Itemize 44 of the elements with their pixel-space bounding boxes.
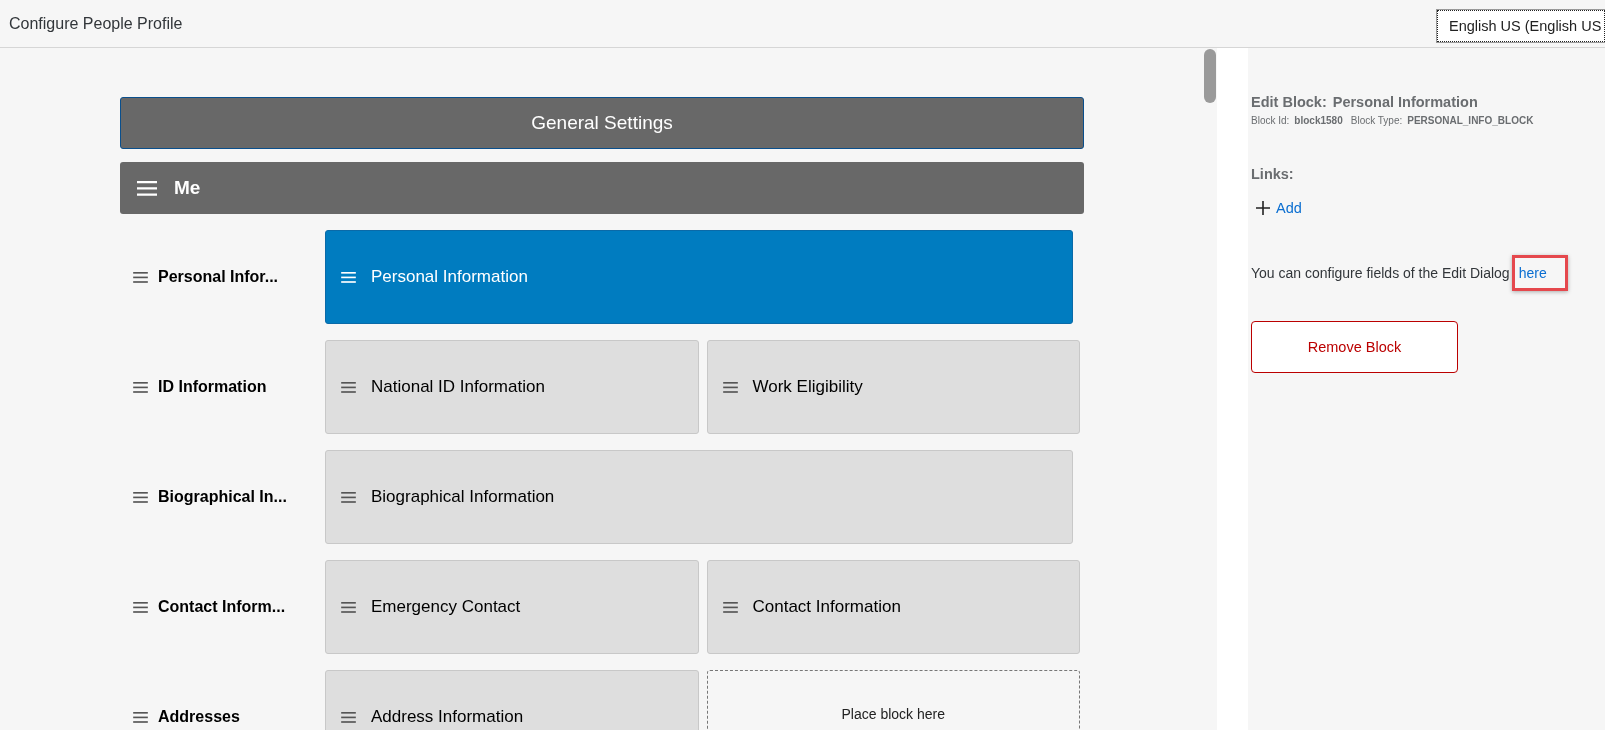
- row-label: Personal Infor...: [158, 268, 279, 286]
- block-tile[interactable]: Work Eligibility: [706, 340, 1080, 434]
- drag-handle-icon[interactable]: [341, 601, 356, 613]
- drag-handle-icon[interactable]: [722, 381, 738, 393]
- drag-handle-icon[interactable]: [133, 711, 148, 723]
- block-tile[interactable]: Address Information: [325, 670, 699, 730]
- drag-handle-icon[interactable]: [133, 271, 148, 283]
- instruction-text: You can configure fields of the Edit Dialog: [1251, 265, 1510, 281]
- drop-zone[interactable]: Place block here: [706, 670, 1080, 730]
- block-id-value: block1580: [1294, 115, 1343, 126]
- drag-handle-icon[interactable]: [722, 601, 738, 613]
- block-tile[interactable]: Personal Information: [325, 230, 1073, 324]
- here-link[interactable]: here: [1518, 265, 1547, 281]
- block-type-value: PERSONAL_INFO_BLOCK: [1407, 115, 1534, 126]
- row-label: Contact Inform...: [158, 598, 286, 616]
- remove-block-button[interactable]: Remove Block: [1251, 321, 1458, 373]
- language-dropdown[interactable]: English US (English US: [1437, 9, 1605, 42]
- block-type-label: Block Type:: [1350, 115, 1403, 126]
- block-tile[interactable]: Biographical Information: [325, 450, 1073, 544]
- block-tile[interactable]: Emergency Contact: [325, 560, 699, 654]
- general-settings-bar[interactable]: General Settings: [120, 97, 1084, 149]
- links-label: Links:: [1251, 166, 1295, 182]
- drag-handle-icon[interactable]: [137, 180, 157, 196]
- add-link-button[interactable]: Add: [1256, 200, 1302, 216]
- drag-handle-icon[interactable]: [133, 381, 148, 393]
- section-title: Me: [174, 177, 201, 199]
- page-title: Configure People Profile: [9, 14, 183, 33]
- panel-title-label: Edit Block:: [1251, 94, 1327, 110]
- drag-handle-icon[interactable]: [133, 491, 148, 503]
- drag-handle-icon[interactable]: [341, 491, 356, 503]
- row-label: ID Information: [158, 378, 267, 396]
- block-tile[interactable]: National ID Information: [325, 340, 699, 434]
- block-tile[interactable]: Contact Information: [706, 560, 1080, 654]
- row-label: Biographical In...: [158, 488, 287, 506]
- drag-handle-icon[interactable]: [341, 381, 356, 393]
- panel-title-value: Personal Information: [1332, 94, 1478, 110]
- section-bar[interactable]: Me: [120, 162, 1084, 214]
- drag-handle-icon[interactable]: [341, 271, 356, 283]
- block-id-label: Block Id:: [1251, 115, 1290, 126]
- row-label: Addresses: [158, 708, 240, 726]
- drag-handle-icon[interactable]: [133, 601, 148, 613]
- drag-handle-icon[interactable]: [341, 711, 356, 723]
- plus-icon: [1256, 201, 1270, 215]
- scrollbar-thumb[interactable]: [1204, 49, 1216, 103]
